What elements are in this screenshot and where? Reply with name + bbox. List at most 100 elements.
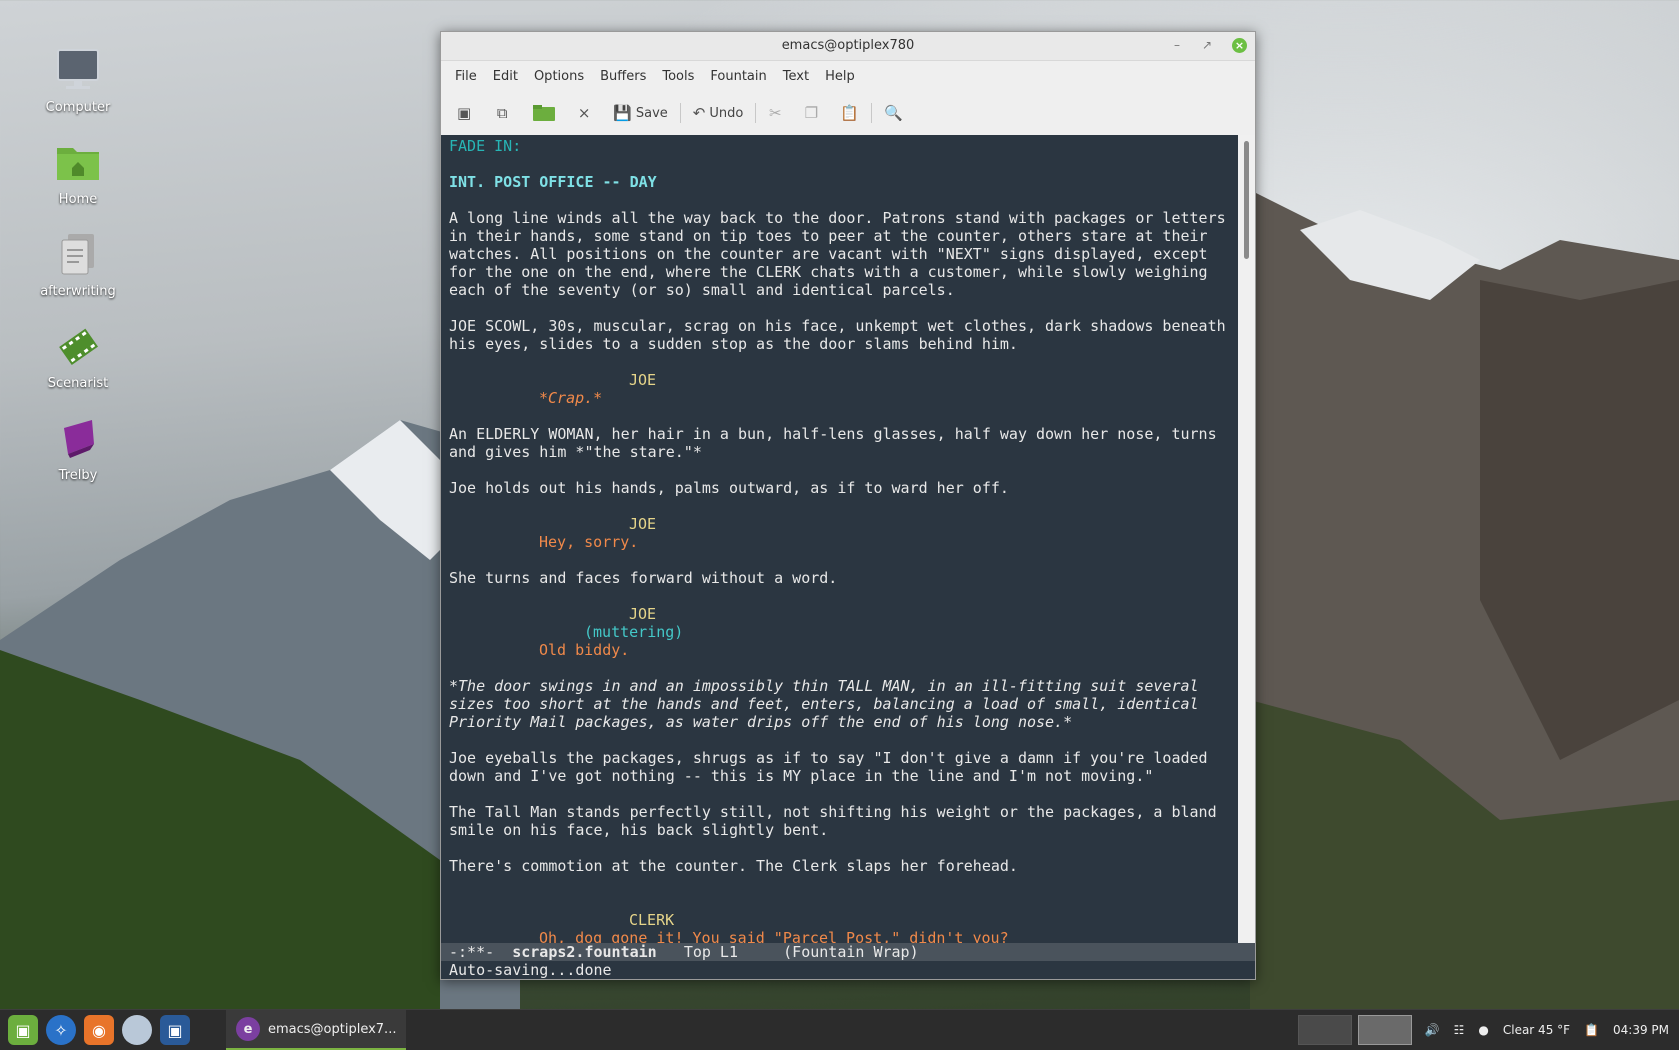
minimize-icon[interactable]: – [1169, 38, 1185, 52]
system-tray: 🔊 ☷ ● Clear 45 °F 📋 04:39 PM [1297, 1010, 1679, 1050]
menu-mint-icon[interactable]: ▣ [8, 1015, 38, 1045]
dialogue-line: Hey, sorry. [539, 533, 639, 551]
character-cue: JOE [629, 605, 657, 623]
home-folder-icon [54, 138, 102, 186]
action-line: each of the seventy (or so) small and id… [449, 281, 955, 299]
computer-icon [54, 46, 102, 94]
dialogue-line: Old biddy. [539, 641, 630, 659]
weather-text[interactable]: Clear 45 °F [1503, 1023, 1570, 1037]
dialogue-line: *Crap.* [539, 389, 603, 407]
menu-file[interactable]: File [447, 69, 485, 84]
taskbar-emacs-button[interactable]: e emacs@optiplex7... [226, 1010, 407, 1050]
paste-button[interactable]: 📋 [834, 99, 865, 127]
modeline-status: -:**- [449, 943, 495, 961]
action-line: The Tall Man stands perfectly still, not… [449, 803, 1217, 821]
firefox-icon[interactable]: ◉ [84, 1015, 114, 1045]
clock[interactable]: 04:39 PM [1613, 1023, 1669, 1037]
action-line: smile on his face, his back slightly ben… [449, 821, 829, 839]
undo-label: Undo [709, 105, 744, 121]
parenthetical: (muttering) [584, 623, 684, 641]
dialogue-line: Oh, dog gone it! You said "Parcel Post,"… [539, 929, 1009, 943]
character-cue: JOE [629, 371, 657, 389]
open-dir-button[interactable]: ⧉ [489, 99, 515, 127]
menu-buffers[interactable]: Buffers [592, 69, 654, 84]
folder-icon [533, 105, 556, 121]
menu-text[interactable]: Text [775, 69, 817, 84]
action-line: *The door swings in and an impossibly th… [449, 677, 1199, 695]
menu-fountain[interactable]: Fountain [702, 69, 774, 84]
kill-buffer-button[interactable]: × [571, 99, 597, 127]
document-icon [54, 230, 102, 278]
desktop-icon-label: Trelby [58, 468, 98, 483]
maximize-icon[interactable]: ↗ [1199, 38, 1215, 52]
workspace-1[interactable] [1297, 1015, 1352, 1045]
undo-button[interactable]: ↶ Undo [687, 99, 750, 127]
search-button[interactable]: 🔍 [878, 99, 909, 127]
volume-icon[interactable]: 🔊 [1425, 1023, 1440, 1037]
camera-icon[interactable]: ▣ [160, 1015, 190, 1045]
desktop-icon-home[interactable]: Home [30, 138, 126, 207]
action-line: There's commotion at the counter. The Cl… [449, 857, 1018, 875]
editor-buffer[interactable]: FADE IN: INT. POST OFFICE -- DAY A long li… [441, 135, 1238, 943]
cut-button[interactable]: ✂ [762, 99, 788, 127]
menu-tools[interactable]: Tools [654, 69, 702, 84]
character-cue: CLERK [629, 911, 675, 929]
scissors-icon: ✂ [769, 104, 782, 122]
taskbar-emacs-label: emacs@optiplex7... [268, 1021, 397, 1037]
close-buffer-icon: × [577, 104, 591, 122]
desktop-icon-trelby[interactable]: Trelby [30, 414, 126, 483]
menu-help[interactable]: Help [817, 69, 863, 84]
new-file-button[interactable]: ▣ [451, 99, 477, 127]
scrollbar-thumb[interactable] [1244, 141, 1249, 259]
action-line: Joe eyeballs the packages, shrugs as if … [449, 749, 1208, 767]
modeline-buffer-name: scraps2.fountain [512, 943, 657, 961]
save-label: Save [635, 105, 668, 121]
transition-line: FADE IN: [449, 137, 522, 155]
new-file-icon: ▣ [457, 104, 472, 122]
desktop-icon-label: Scenarist [47, 376, 109, 391]
menu-edit[interactable]: Edit [485, 69, 526, 84]
launcher-icon[interactable]: ✧ [46, 1015, 76, 1045]
mode-line: -:**- scraps2.fountain Top L1 (Fountain … [441, 943, 1255, 961]
desktop-icon-computer[interactable]: Computer [30, 46, 126, 115]
action-line: Priority Mail packages, as water drips o… [449, 713, 1073, 731]
weather-icon[interactable]: ● [1478, 1023, 1488, 1037]
window-title: emacs@optiplex780 [781, 38, 915, 53]
copy-icon: ❐ [804, 104, 819, 122]
toolbar-separator [679, 103, 681, 123]
desktop-icon-label: afterwriting [40, 284, 116, 299]
save-button[interactable]: 💾 Save [607, 99, 674, 127]
open-directory-icon: ⧉ [496, 104, 508, 122]
trelby-icon [54, 414, 102, 462]
action-line: down and I've got nothing -- this is MY … [449, 767, 1154, 785]
toolbar-separator [755, 103, 757, 123]
film-strip-icon [54, 322, 102, 370]
desktop-icon-label: Home [58, 192, 98, 207]
scene-heading: INT. POST OFFICE -- DAY [449, 173, 657, 191]
clipboard-tray-icon[interactable]: 📋 [1584, 1023, 1599, 1037]
clipboard-icon: 📋 [840, 104, 860, 122]
vertical-scrollbar[interactable] [1238, 135, 1255, 943]
modeline-modes: (Fountain Wrap) [783, 943, 919, 961]
desktop-icon-scenarist[interactable]: Scenarist [30, 322, 126, 391]
action-line: his eyes, slides to a sudden stop as the… [449, 335, 1018, 353]
open-folder-button[interactable] [527, 99, 561, 127]
action-line: in their hands, some stand on tip toes t… [449, 227, 1208, 245]
title-bar[interactable]: emacs@optiplex780 – ↗ × [441, 32, 1255, 61]
emacs-window: emacs@optiplex780 – ↗ × File Edit Option… [440, 31, 1256, 980]
workspace-2[interactable] [1357, 1015, 1412, 1045]
character-cue: JOE [629, 515, 657, 533]
minibuffer[interactable]: Auto-saving...done [441, 961, 1255, 979]
desktop-icon-afterwriting[interactable]: afterwriting [30, 230, 126, 299]
action-line: watches. All positions on the counter ar… [449, 245, 1208, 263]
close-icon[interactable]: × [1232, 38, 1247, 53]
action-line: She turns and faces forward without a wo… [449, 569, 838, 587]
taskbar: ▣ ✧ ◉ ▣ e emacs@optiplex7... 🔊 ☷ ● Clear… [0, 1009, 1679, 1050]
action-line: An ELDERLY WOMAN, her hair in a bun, hal… [449, 425, 1217, 443]
action-line: Joe holds out his hands, palms outward, … [449, 479, 1009, 497]
sphere-app-icon[interactable] [122, 1015, 152, 1045]
menu-options[interactable]: Options [526, 69, 592, 84]
action-line: JOE SCOWL, 30s, muscular, scrag on his f… [449, 317, 1226, 335]
network-icon[interactable]: ☷ [1454, 1023, 1465, 1037]
copy-button[interactable]: ❐ [798, 99, 824, 127]
